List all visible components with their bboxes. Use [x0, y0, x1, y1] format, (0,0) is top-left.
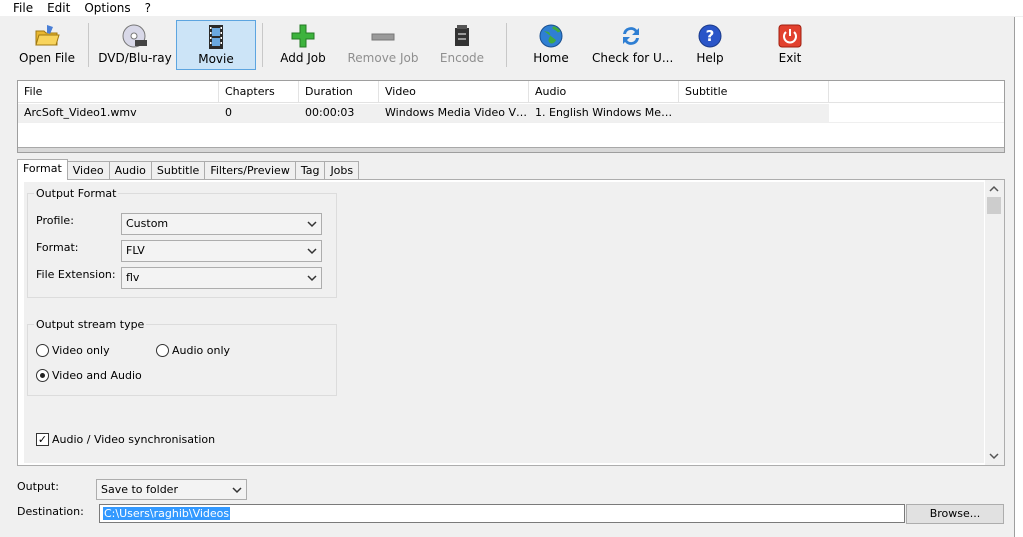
- help-icon: ?: [698, 24, 722, 48]
- column-subtitle[interactable]: Subtitle: [679, 81, 829, 103]
- format-panel: Output Format Profile: Custom Format: FL…: [17, 179, 1005, 466]
- file-list[interactable]: File Chapters Duration Video Audio Subti…: [17, 80, 1005, 153]
- video-and-audio-radio[interactable]: Video and Audio: [36, 369, 142, 382]
- movie-button[interactable]: Movie: [176, 20, 256, 70]
- column-audio[interactable]: Audio: [529, 81, 679, 103]
- chevron-down-icon: [307, 275, 317, 282]
- cell-duration: 00:00:03: [299, 104, 379, 122]
- destination-input[interactable]: C:\Users\raghib\Videos: [99, 504, 905, 523]
- cell-audio: 1. English Windows Media ...: [529, 104, 679, 122]
- profile-label: Profile:: [36, 214, 74, 227]
- destination-label: Destination:: [17, 505, 84, 518]
- menu-bar: File Edit Options ?: [0, 0, 1023, 16]
- plus-icon: [291, 24, 315, 48]
- exit-button[interactable]: Exit: [760, 20, 820, 69]
- menu-edit[interactable]: Edit: [40, 0, 77, 16]
- toolbar-separator: [506, 23, 507, 67]
- chevron-down-icon: [232, 487, 242, 494]
- minus-icon: [371, 33, 395, 41]
- tab-tag[interactable]: Tag: [294, 161, 326, 180]
- cell-file: ArcSoft_Video1.wmv: [18, 104, 219, 122]
- output-label: Output:: [17, 480, 59, 493]
- toolbar: Open File DVD/Blu-ray Movie Add Job Remo…: [0, 17, 1023, 71]
- table-row[interactable]: ArcSoft_Video1.wmv 0 00:00:03 Windows Me…: [18, 104, 829, 122]
- cell-chapters: 0: [219, 104, 299, 122]
- power-icon: [778, 24, 802, 48]
- toolbar-separator: [262, 23, 263, 67]
- video-only-radio[interactable]: Video only: [36, 344, 110, 357]
- output-format-title: Output Format: [34, 187, 119, 200]
- tab-bar: Format Video Audio Subtitle Filters/Prev…: [17, 159, 360, 180]
- row-divider: [18, 122, 1004, 123]
- output-stream-group: Output stream type: [27, 318, 337, 396]
- encode-button[interactable]: Encode: [430, 20, 494, 69]
- check-updates-button[interactable]: Check for U...: [592, 20, 673, 69]
- film-strip-icon: [209, 25, 223, 49]
- tab-filters-preview[interactable]: Filters/Preview: [204, 161, 296, 180]
- cell-subtitle: [679, 104, 829, 122]
- add-job-button[interactable]: Add Job: [270, 20, 336, 69]
- menu-options[interactable]: Options: [77, 0, 137, 16]
- chevron-down-icon[interactable]: [989, 451, 999, 461]
- output-stream-title: Output stream type: [34, 318, 147, 331]
- column-video[interactable]: Video: [379, 81, 529, 103]
- refresh-icon: [623, 27, 639, 45]
- format-label: Format:: [36, 241, 79, 254]
- home-button[interactable]: Home: [516, 20, 586, 69]
- profile-select[interactable]: Custom: [121, 213, 322, 235]
- chevron-down-icon: [307, 248, 317, 255]
- menu-file[interactable]: File: [6, 0, 40, 16]
- scrollbar-thumb[interactable]: [987, 197, 1001, 214]
- column-duration[interactable]: Duration: [299, 81, 379, 103]
- folder-open-icon: [35, 25, 60, 46]
- output-select[interactable]: Save to folder: [96, 479, 247, 500]
- cell-video: Windows Media Video V8 ...: [379, 104, 529, 122]
- audio-only-radio[interactable]: Audio only: [156, 344, 230, 357]
- column-file[interactable]: File: [18, 81, 219, 103]
- tab-audio[interactable]: Audio: [108, 161, 152, 180]
- tab-format[interactable]: Format: [17, 159, 68, 180]
- format-content: Output Format Profile: Custom Format: FL…: [24, 182, 984, 463]
- remove-job-button[interactable]: Remove Job: [344, 20, 422, 69]
- svg-text:?: ?: [706, 27, 715, 45]
- file-list-header: File Chapters Duration Video Audio Subti…: [18, 81, 1004, 103]
- help-button[interactable]: ? Help: [680, 20, 740, 69]
- chevron-down-icon: [307, 221, 317, 228]
- open-file-button[interactable]: Open File: [12, 20, 82, 69]
- tab-subtitle[interactable]: Subtitle: [150, 161, 206, 180]
- file-extension-select[interactable]: flv: [121, 267, 322, 289]
- checkmark-icon: ✓: [36, 433, 49, 446]
- av-sync-checkbox[interactable]: ✓ Audio / Video synchronisation: [36, 433, 215, 446]
- browse-button[interactable]: Browse...: [906, 504, 1004, 524]
- dvd-bluray-button[interactable]: DVD/Blu-ray: [96, 20, 174, 69]
- toolbar-separator: [88, 23, 89, 67]
- menu-help[interactable]: ?: [138, 0, 158, 16]
- format-select[interactable]: FLV: [121, 240, 322, 262]
- list-splitter[interactable]: [18, 147, 1004, 152]
- globe-icon: [539, 24, 563, 48]
- chevron-up-icon[interactable]: [989, 184, 999, 194]
- tab-jobs[interactable]: Jobs: [324, 161, 360, 180]
- column-chapters[interactable]: Chapters: [219, 81, 299, 103]
- tab-video[interactable]: Video: [66, 161, 110, 180]
- window-edge: [1014, 17, 1023, 537]
- disc-icon: [122, 24, 147, 48]
- encode-icon: [455, 25, 469, 46]
- file-extension-label: File Extension:: [36, 268, 116, 281]
- vertical-scrollbar[interactable]: [985, 180, 1004, 465]
